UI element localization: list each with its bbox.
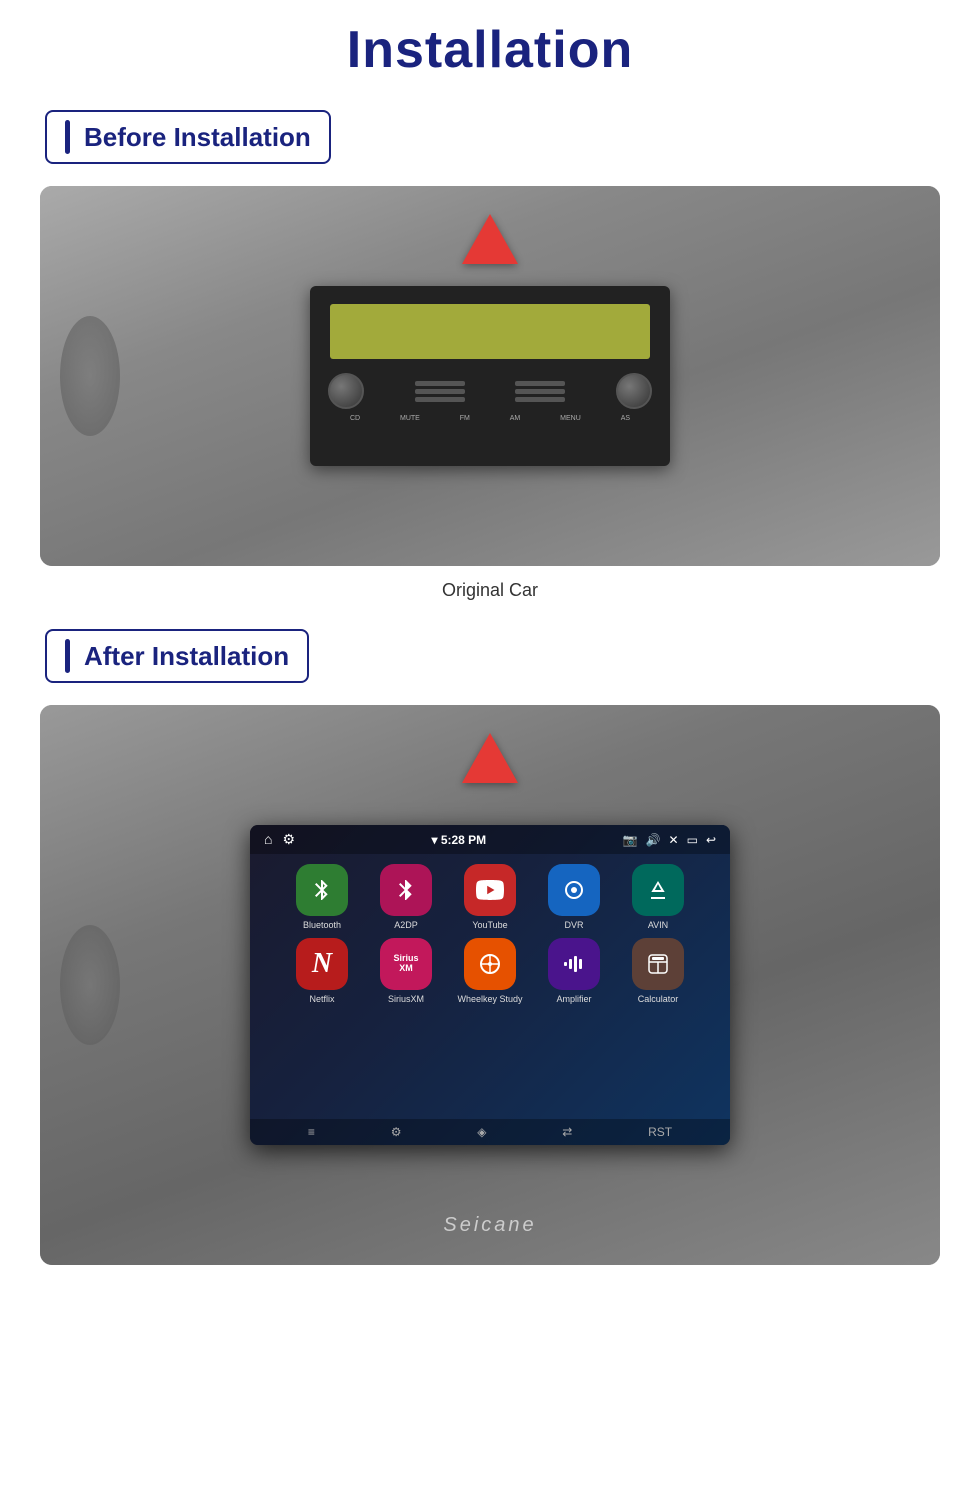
status-bar-left: ⌂ ⚙ <box>264 831 295 848</box>
radio-label-am: AM <box>510 415 521 422</box>
app-calculator[interactable]: Calculator <box>624 938 692 1004</box>
app-bluetooth[interactable]: Bluetooth <box>288 864 356 930</box>
radio-knob-left <box>328 373 364 409</box>
calculator-app-icon <box>632 938 684 990</box>
before-installation-badge: Before Installation <box>45 110 331 164</box>
radio-label-as: AS <box>621 415 630 422</box>
after-installation-image: ⌂ ⚙ ▾ 5:28 PM 📷 🔊 ✕ ▭ ↩ <box>40 705 940 1265</box>
status-time: ▾ 5:28 PM <box>431 833 486 847</box>
close-status-icon: ✕ <box>669 833 679 847</box>
radio-display <box>330 304 650 359</box>
app-dvr[interactable]: DVR <box>540 864 608 930</box>
window-status-icon: ▭ <box>687 833 698 847</box>
radio-small-buttons-2 <box>515 381 565 402</box>
home-icon: ⌂ <box>264 831 272 848</box>
apps-row-2: N Netflix SiriusXM SiriusXM <box>288 938 692 1004</box>
hazard-triangle-before <box>462 214 518 264</box>
status-bar-right: 📷 🔊 ✕ ▭ ↩ <box>623 833 716 847</box>
siriusxm-app-label: SiriusXM <box>388 994 424 1004</box>
wheelkey-app-icon <box>464 938 516 990</box>
radio-knob-right <box>616 373 652 409</box>
before-installation-image: CD MUTE FM AM MENU AS <box>40 186 940 566</box>
steering-wheel-hint <box>60 316 120 436</box>
nav-icon-2: ⚙ <box>391 1125 402 1139</box>
nav-icon-3: ◈ <box>477 1125 486 1139</box>
apps-row-1: Bluetooth A2DP <box>288 864 692 930</box>
avin-app-icon <box>632 864 684 916</box>
radio-label-row: CD MUTE FM AM MENU AS <box>320 413 660 424</box>
amplifier-app-label: Amplifier <box>556 994 591 1004</box>
youtube-app-icon <box>464 864 516 916</box>
nav-icon-1: ≡ <box>308 1125 315 1139</box>
radio-label-fm: FM <box>460 415 470 422</box>
radio-label-menu: MENU <box>560 415 581 422</box>
radio-buttons-row <box>320 369 660 413</box>
camera-status-icon: 📷 <box>623 833 638 847</box>
dvr-app-icon <box>548 864 600 916</box>
before-caption: Original Car <box>40 580 940 601</box>
steering-wheel-hint-after <box>60 925 120 1045</box>
avin-app-label: AVIN <box>648 920 668 930</box>
before-installation-label: Before Installation <box>84 122 311 153</box>
app-siriusxm[interactable]: SiriusXM SiriusXM <box>372 938 440 1004</box>
a2dp-app-label: A2DP <box>394 920 418 930</box>
page-title: Installation <box>40 20 940 80</box>
app-a2dp[interactable]: A2DP <box>372 864 440 930</box>
wheelkey-app-label: Wheelkey Study <box>457 994 522 1004</box>
siriusxm-app-icon: SiriusXM <box>380 938 432 990</box>
original-radio-unit: CD MUTE FM AM MENU AS <box>310 286 670 466</box>
nav-icon-5: RST <box>648 1125 672 1139</box>
bluetooth-app-label: Bluetooth <box>303 920 341 930</box>
volume-status-icon: 🔊 <box>646 833 661 847</box>
dvr-app-label: DVR <box>564 920 583 930</box>
after-installation-label: After Installation <box>84 641 289 672</box>
app-netflix[interactable]: N Netflix <box>288 938 356 1004</box>
settings-icon: ⚙ <box>282 831 295 848</box>
calculator-app-label: Calculator <box>638 994 679 1004</box>
amplifier-app-icon <box>548 938 600 990</box>
radio-small-buttons <box>415 381 465 402</box>
netflix-app-icon: N <box>296 938 348 990</box>
bluetooth-app-icon <box>296 864 348 916</box>
app-avin[interactable]: AVIN <box>624 864 692 930</box>
android-screen: ⌂ ⚙ ▾ 5:28 PM 📷 🔊 ✕ ▭ ↩ <box>250 825 730 1145</box>
app-amplifier[interactable]: Amplifier <box>540 938 608 1004</box>
nav-icon-4: ⇄ <box>562 1125 572 1139</box>
hazard-triangle-after <box>462 733 518 783</box>
bottom-nav-bar: ≡ ⚙ ◈ ⇄ RST <box>250 1119 730 1145</box>
radio-label-cd: CD <box>350 415 360 422</box>
badge-bar-decoration <box>65 120 70 154</box>
status-bar: ⌂ ⚙ ▾ 5:28 PM 📷 🔊 ✕ ▭ ↩ <box>250 825 730 854</box>
android-head-unit: ⌂ ⚙ ▾ 5:28 PM 📷 🔊 ✕ ▭ ↩ <box>250 825 730 1145</box>
app-youtube[interactable]: YouTube <box>456 864 524 930</box>
netflix-app-label: Netflix <box>309 994 334 1004</box>
apps-grid: Bluetooth A2DP <box>250 854 730 1119</box>
back-status-icon: ↩ <box>706 833 716 847</box>
seicane-brand: Seicane <box>443 1214 536 1237</box>
youtube-app-label: YouTube <box>472 920 507 930</box>
radio-label-mute: MUTE <box>400 415 420 422</box>
app-wheelkey[interactable]: Wheelkey Study <box>456 938 524 1004</box>
a2dp-app-icon <box>380 864 432 916</box>
badge-bar-decoration-after <box>65 639 70 673</box>
after-installation-badge: After Installation <box>45 629 309 683</box>
